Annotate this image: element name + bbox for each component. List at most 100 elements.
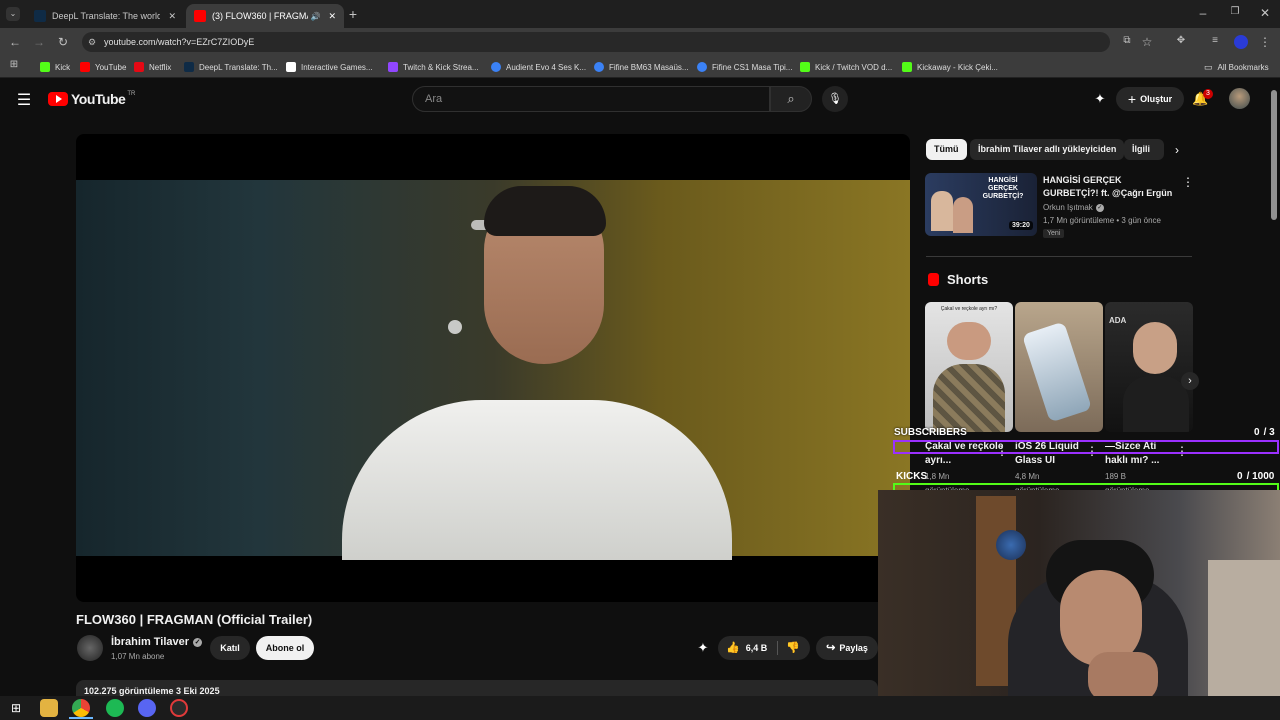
channel-name[interactable]: İbrahim Tilaver: [111, 636, 189, 648]
shorts-heading: Shorts: [947, 272, 989, 287]
video-player[interactable]: [76, 134, 910, 602]
tab-search-icon[interactable]: ⌄: [6, 7, 20, 21]
chrome-icon[interactable]: [72, 699, 90, 717]
shorts-next-arrow-icon[interactable]: ›: [1181, 372, 1199, 390]
like-icon[interactable]: 👍: [726, 636, 740, 660]
bookmark-interactive-games[interactable]: Interactive Games...: [286, 60, 373, 74]
all-bookmarks[interactable]: ▭ All Bookmarks: [1204, 60, 1269, 74]
search-input[interactable]: Ara: [412, 86, 770, 112]
person-hand: [1088, 652, 1158, 700]
short-person: [947, 322, 991, 360]
page-favicon-icon: [286, 62, 296, 72]
recommended-meta: 1,7 Mn görüntüleme • 3 gün önce: [1043, 216, 1161, 225]
short-thumbnail[interactable]: ADA: [1105, 302, 1193, 432]
recommended-channel-row[interactable]: Orkun Işıtmak ✓: [1043, 203, 1104, 212]
dislike-icon[interactable]: 👎: [786, 636, 800, 660]
voice-search-button[interactable]: 🎙: [822, 86, 848, 112]
reload-icon[interactable]: ↻: [56, 35, 70, 49]
description-box[interactable]: 102.275 görüntüleme 3 Eki 2025: [76, 680, 878, 696]
subs-goal-counter: 0/ 3: [1254, 427, 1275, 438]
bookmark-kick[interactable]: Kick: [40, 60, 70, 74]
chip-all[interactable]: Tümü: [926, 139, 967, 160]
globe: [996, 530, 1026, 560]
join-button[interactable]: Katıl: [210, 636, 250, 660]
file-explorer-icon[interactable]: [40, 699, 58, 717]
discord-icon[interactable]: [138, 699, 156, 717]
restore-icon[interactable]: ❐: [1228, 6, 1242, 17]
account-avatar[interactable]: [1229, 88, 1250, 109]
bookmark-kickaway[interactable]: Kickaway - Kick Çeki...: [902, 60, 998, 74]
minimize-icon[interactable]: –: [1196, 6, 1210, 20]
bookmark-audient[interactable]: Audient Evo 4 Ses K...: [491, 60, 586, 74]
kick-favicon-icon: [40, 62, 50, 72]
close-window-icon[interactable]: ✕: [1258, 6, 1272, 20]
address-bar[interactable]: ⚙ youtube.com/watch?v=EZrC7ZIODyE: [82, 32, 1110, 52]
premium-icon[interactable]: ✦: [694, 640, 712, 656]
all-bookmarks-label: All Bookmarks: [1217, 62, 1269, 72]
create-button[interactable]: + Oluştur: [1116, 87, 1184, 111]
person-shirt: [342, 400, 732, 560]
channel-name-row[interactable]: İbrahim Tilaver ✓: [111, 636, 203, 648]
hamburger-menu-icon[interactable]: ☰: [16, 90, 32, 110]
bookmarks-bar: ⊞ Kick YouTube Netflix DeepL Translate: …: [0, 56, 1280, 78]
close-tab-icon[interactable]: ✕: [328, 11, 336, 22]
forward-icon[interactable]: →: [32, 35, 46, 49]
bookmark-label: Kickaway - Kick Çeki...: [917, 62, 998, 72]
bookmark-label: DeepL Translate: Th...: [199, 62, 278, 72]
youtube-favicon-icon: [80, 62, 90, 72]
menu-dots-icon[interactable]: ⋮: [1258, 35, 1272, 49]
apps-grid-icon[interactable]: ⊞: [8, 59, 20, 70]
chip-related[interactable]: İlgili: [1124, 139, 1164, 160]
recommended-thumbnail[interactable]: HANGİSİ GERÇEK GURBETÇİ? 39:20: [925, 173, 1037, 236]
bookmark-youtube[interactable]: YouTube: [80, 60, 126, 74]
chevron-right-icon[interactable]: ›: [1170, 143, 1184, 157]
site-info-icon[interactable]: ⚙: [88, 32, 96, 52]
subscribe-button[interactable]: Abone ol: [256, 636, 314, 660]
install-app-icon[interactable]: ⧉: [1120, 35, 1134, 46]
bookmark-star-icon[interactable]: ☆: [1140, 35, 1154, 49]
spotify-icon[interactable]: [106, 699, 124, 717]
vod-favicon-icon: [800, 62, 810, 72]
bookmark-twitch-kick[interactable]: Twitch & Kick Strea...: [388, 60, 479, 74]
bookmark-fifine-cs1[interactable]: Fifine CS1 Masa Tipi...: [697, 60, 792, 74]
share-button[interactable]: ↪ Paylaş: [816, 636, 878, 660]
search-button[interactable]: ⌕: [770, 86, 812, 112]
kicks-count: 0: [1237, 471, 1243, 482]
page-scrollbar[interactable]: [1271, 90, 1277, 220]
bookmark-kick-twitch-vod[interactable]: Kick / Twitch VOD d...: [800, 60, 892, 74]
short-person: [1133, 322, 1177, 374]
bookmark-label: Kick / Twitch VOD d...: [815, 62, 893, 72]
tab-youtube[interactable]: (3) FLOW360 | FRAGMAN ( 🔊 ✕: [186, 4, 344, 28]
windows-taskbar: [0, 696, 1280, 720]
recommended-channel: Orkun Işıtmak: [1043, 203, 1093, 212]
thumbnail-person: [953, 197, 973, 233]
obs-icon[interactable]: [170, 699, 188, 717]
short-thumbnail[interactable]: [1015, 302, 1103, 432]
short-views: 1,8 Mn: [925, 472, 950, 481]
chip-from-uploader[interactable]: İbrahim Tilaver adlı yükleyiciden: [970, 139, 1125, 160]
like-count[interactable]: 6,4 B: [746, 636, 768, 660]
short-thumbnail[interactable]: Çakal ve reçkole ayrı mı?: [925, 302, 1013, 432]
close-tab-icon[interactable]: ✕: [168, 11, 176, 22]
channel-avatar[interactable]: [77, 635, 103, 661]
recommended-title[interactable]: HANGİSİ GERÇEK GURBETÇİ?! ft. @Çağrı Erg…: [1043, 174, 1177, 200]
windows-start-icon[interactable]: ⊞: [7, 699, 25, 717]
tab-title: DeepL Translate: The world's m: [52, 11, 161, 21]
bookmark-fifine-bm63[interactable]: Fifine BM63 Masaüs...: [594, 60, 689, 74]
kicks-goal-label: KICKS: [896, 471, 928, 482]
back-icon[interactable]: ←: [8, 35, 22, 49]
profile-avatar[interactable]: [1234, 35, 1248, 49]
bookmark-deepl[interactable]: DeepL Translate: Th...: [184, 60, 278, 74]
more-options-icon[interactable]: ⋮: [1182, 175, 1194, 189]
folder-icon: ▭: [1204, 61, 1213, 72]
extensions-icon[interactable]: ✥: [1174, 35, 1188, 46]
audio-playing-icon[interactable]: 🔊: [310, 12, 320, 21]
media-controls-icon[interactable]: ≡: [1208, 35, 1222, 46]
tab-deepl[interactable]: DeepL Translate: The world's m ✕: [26, 4, 184, 28]
bookmark-netflix[interactable]: Netflix: [134, 60, 171, 74]
youtube-logo[interactable]: YouTube TR: [48, 91, 135, 107]
premium-icon[interactable]: ✦: [1092, 91, 1108, 107]
short-phone: [1021, 321, 1093, 423]
twitch-favicon-icon: [388, 62, 398, 72]
new-tab-icon[interactable]: +: [346, 7, 360, 21]
